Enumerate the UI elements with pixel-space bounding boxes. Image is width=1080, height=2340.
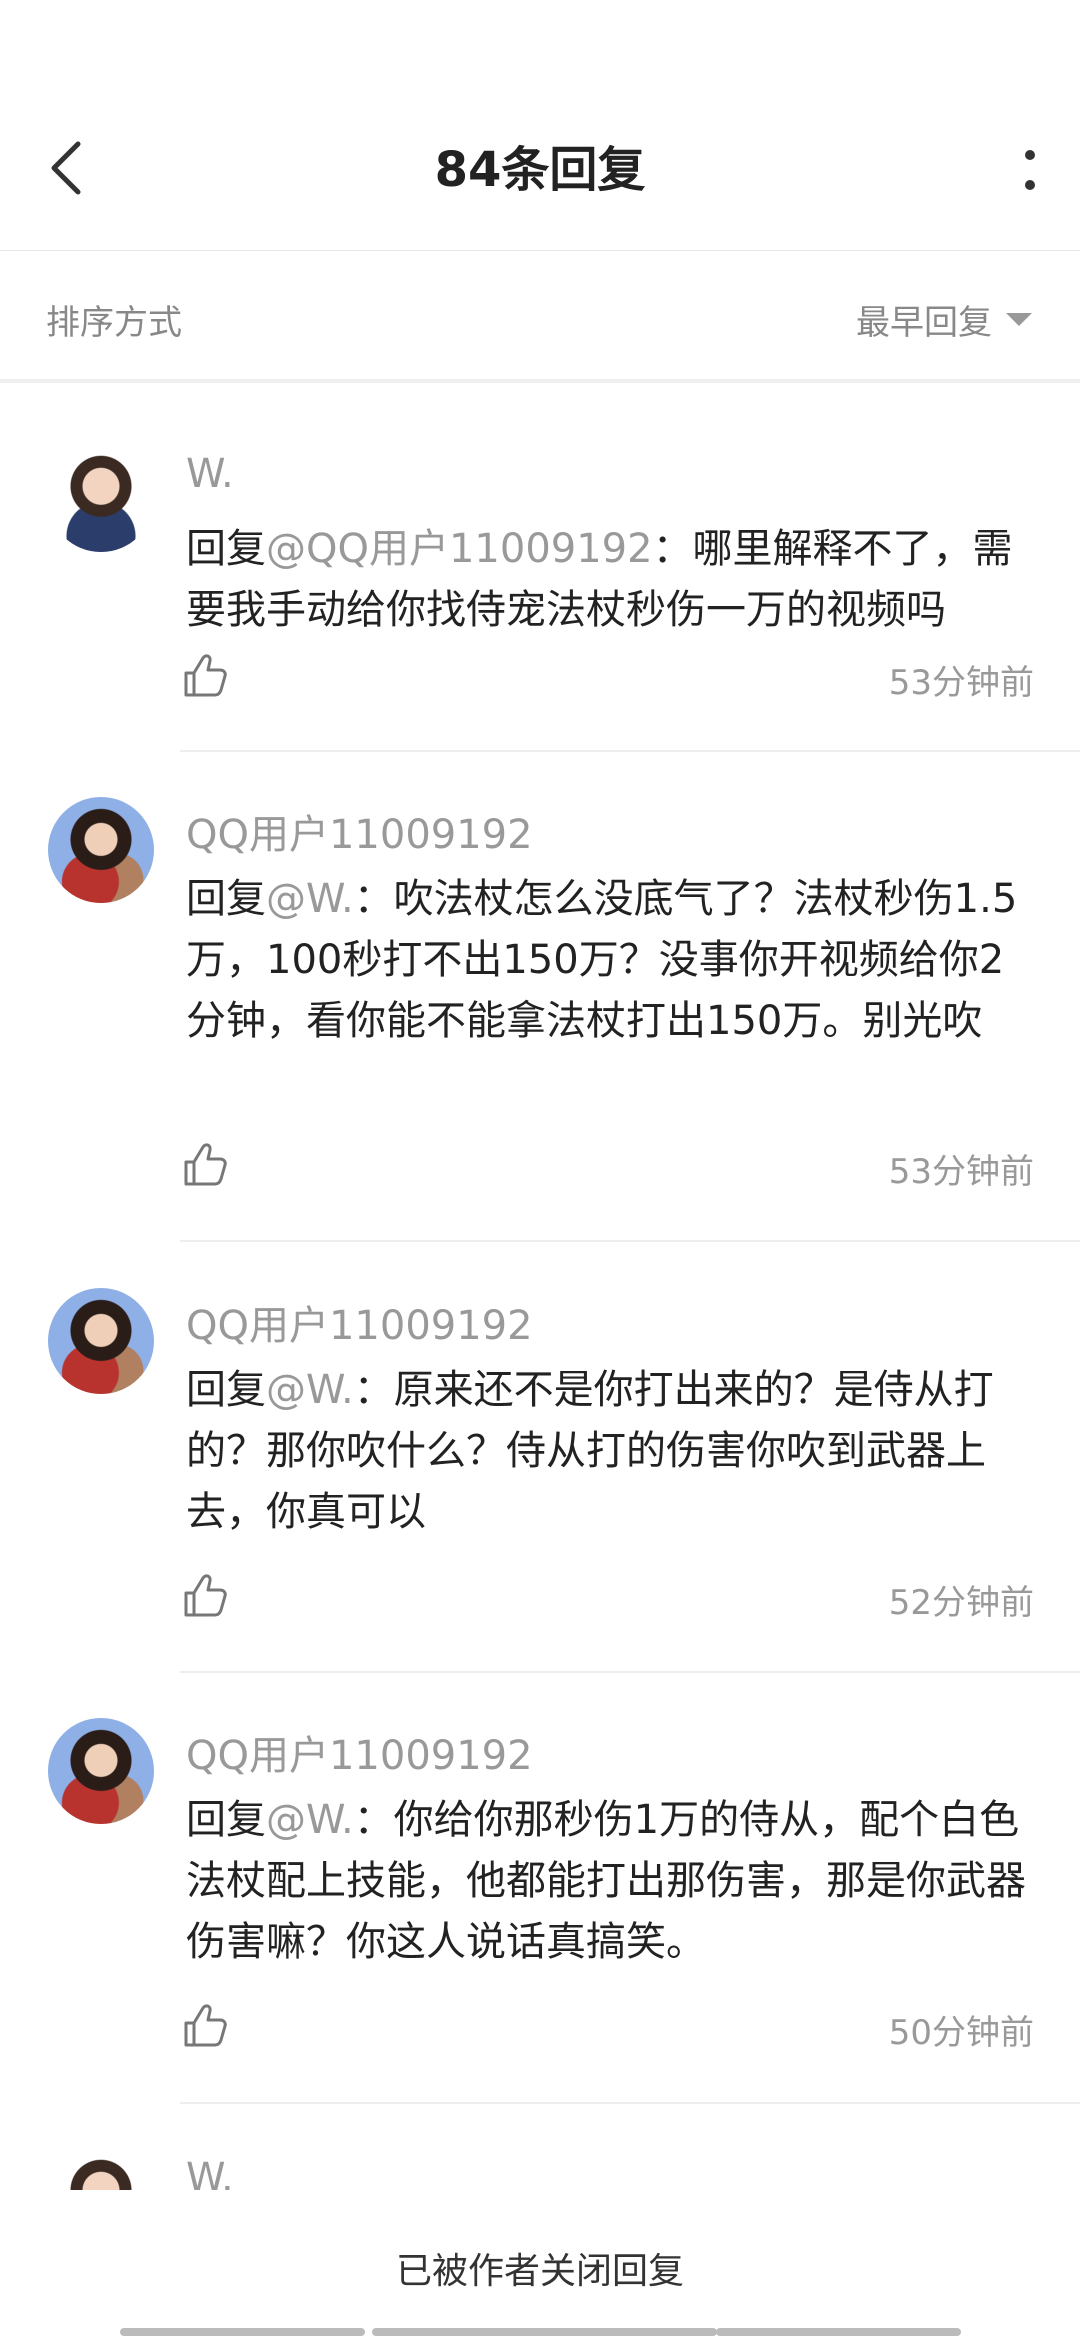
thumbs-up-icon[interactable] bbox=[182, 653, 228, 699]
sort-dropdown[interactable]: 最早回复 bbox=[856, 295, 1032, 344]
mention-link[interactable]: @W. bbox=[266, 876, 354, 922]
mention-link[interactable]: @QQ用户11009192 bbox=[266, 526, 653, 572]
comment-text: 回复@W.：吹法杖怎么没底气了？法杖秒伤1.5万，100秒打不出150万？没事你… bbox=[186, 869, 1036, 1052]
top-bar: 84条回复 bbox=[0, 0, 1080, 251]
bottom-bar-segment bbox=[716, 2328, 961, 2336]
avatar[interactable] bbox=[48, 1718, 154, 1824]
bottom-bar-segment bbox=[120, 2328, 365, 2336]
author-name[interactable]: W. bbox=[186, 2155, 234, 2193]
comment-text: 回复@W.：原来还不是你打出来的？是侍从打的？那你吹什么？侍从打的伤害你吹到武器… bbox=[186, 1360, 1036, 1543]
timestamp: 50分钟前 bbox=[888, 2013, 1034, 2053]
reply-prefix: 回复 bbox=[186, 1797, 266, 1843]
reply-prefix: 回复 bbox=[186, 876, 266, 922]
sort-bar: 排序方式 最早回复 bbox=[0, 251, 1080, 383]
divider bbox=[180, 2102, 1080, 2104]
list-item: QQ用户11009192 回复@W.：吹法杖怎么没底气了？法杖秒伤1.5万，10… bbox=[0, 752, 1080, 1243]
thumbs-up-icon[interactable] bbox=[182, 1142, 228, 1188]
timestamp: 53分钟前 bbox=[888, 663, 1034, 703]
avatar[interactable] bbox=[48, 2150, 154, 2193]
author-name[interactable]: QQ用户11009192 bbox=[186, 802, 533, 860]
comment-text: 回复@W.：你给你那秒伤1万的侍从，配个白色法杖配上技能，他都能打出那伤害，那是… bbox=[186, 1790, 1036, 1973]
replies-closed-notice: 已被作者关闭回复 bbox=[395, 2251, 684, 2292]
reply-footer: 已被作者关闭回复 bbox=[0, 2190, 1080, 2340]
sort-value: 最早回复 bbox=[856, 303, 992, 343]
divider bbox=[180, 1240, 1080, 1242]
avatar[interactable] bbox=[48, 797, 154, 903]
app-root: 84条回复 排序方式 最早回复 W. 回复@QQ用户11009192：哪里解释不… bbox=[0, 0, 1080, 2340]
author-name[interactable]: QQ用户11009192 bbox=[186, 1723, 533, 1781]
list-item: QQ用户11009192 回复@W.：你给你那秒伤1万的侍从，配个白色法杖配上技… bbox=[0, 1673, 1080, 2104]
timestamp: 53分钟前 bbox=[888, 1152, 1034, 1192]
sort-label: 排序方式 bbox=[46, 303, 182, 343]
avatar[interactable] bbox=[48, 446, 154, 552]
mention-link[interactable]: @W. bbox=[266, 1367, 354, 1413]
list-item: W. 回复@QQ用户11009192：哪里解释不了，需要我手动给你找侍宠法杖秒伤… bbox=[0, 383, 1080, 753]
page-title: 84条回复 bbox=[434, 142, 646, 198]
bottom-bar-segment bbox=[372, 2328, 717, 2336]
thumbs-up-icon[interactable] bbox=[182, 2003, 228, 2049]
caret-down-icon bbox=[1006, 313, 1032, 326]
mention-link[interactable]: @W. bbox=[266, 1797, 354, 1843]
comment-text: 回复@QQ用户11009192：哪里解释不了，需要我手动给你找侍宠法杖秒伤一万的… bbox=[186, 519, 1036, 641]
more-button[interactable] bbox=[1010, 130, 1050, 210]
thumbs-up-icon[interactable] bbox=[182, 1573, 228, 1619]
list-item: QQ用户11009192 回复@W.：原来还不是你打出来的？是侍从打的？那你吹什… bbox=[0, 1243, 1080, 1673]
reply-prefix: 回复 bbox=[186, 526, 266, 572]
timestamp: 52分钟前 bbox=[888, 1583, 1034, 1623]
author-name[interactable]: QQ用户11009192 bbox=[186, 1293, 533, 1351]
vertical-dots-icon bbox=[1025, 150, 1035, 190]
list-item: W. bbox=[0, 2105, 1080, 2193]
reply-list[interactable]: W. 回复@QQ用户11009192：哪里解释不了，需要我手动给你找侍宠法杖秒伤… bbox=[0, 383, 1080, 2193]
author-name[interactable]: W. bbox=[186, 451, 234, 497]
avatar[interactable] bbox=[48, 1288, 154, 1394]
reply-prefix: 回复 bbox=[186, 1367, 266, 1413]
